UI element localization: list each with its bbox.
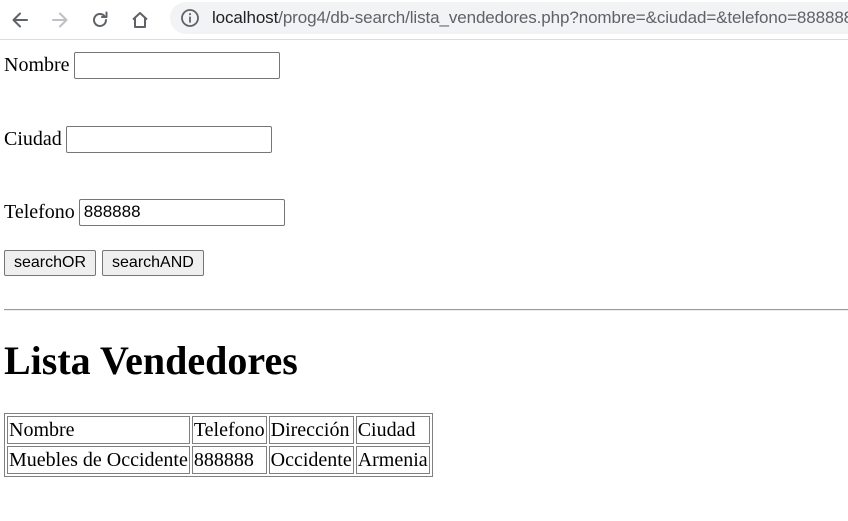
cell-nombre: Muebles de Occidente [7, 446, 190, 474]
forward-button[interactable] [44, 4, 76, 36]
telefono-label: Telefono [4, 200, 75, 223]
table-header-row: Nombre Telefono Dirección Ciudad [7, 416, 430, 444]
home-button[interactable] [124, 4, 156, 36]
site-info-button[interactable] [178, 6, 202, 30]
url-path: /prog4/db-search/lista_vendedores.php?no… [278, 8, 848, 27]
telefono-input[interactable] [78, 198, 285, 226]
reload-icon [93, 11, 108, 27]
home-icon [132, 12, 148, 28]
page-title: Lista Vendedores [4, 338, 298, 383]
header-direccion: Dirección [268, 416, 354, 444]
header-ciudad: Ciudad [355, 416, 430, 444]
vendedores-table: Nombre Telefono Dirección Ciudad Muebles… [4, 413, 433, 477]
reload-button[interactable] [84, 4, 116, 36]
telefono-row: Telefono [4, 198, 285, 226]
header-nombre: Nombre [7, 416, 190, 444]
header-telefono: Telefono [191, 416, 267, 444]
cell-ciudad: Armenia [355, 446, 430, 474]
search-and-button[interactable]: searchAND [102, 250, 204, 276]
url-host: localhost [212, 8, 279, 27]
ciudad-row: Ciudad [4, 125, 272, 153]
nombre-label: Nombre [4, 53, 70, 76]
forward-arrow-icon [52, 12, 68, 28]
nombre-row: Nombre [4, 51, 280, 79]
nombre-input[interactable] [73, 51, 280, 79]
browser-toolbar: localhost/prog4/db-search/lista_vendedor… [0, 0, 848, 40]
address-bar[interactable]: localhost/prog4/db-search/lista_vendedor… [170, 2, 848, 34]
back-button[interactable] [4, 4, 36, 36]
search-or-button[interactable]: searchOR [4, 250, 97, 276]
page-content: Nombre Ciudad Telefono searchOR searchAN… [0, 41, 848, 521]
back-arrow-icon [12, 12, 28, 28]
ciudad-label: Ciudad [4, 127, 62, 150]
url-text: localhost/prog4/db-search/lista_vendedor… [212, 8, 848, 28]
search-buttons: searchOR searchAND [4, 250, 210, 276]
cell-direccion: Occidente [268, 446, 354, 474]
table-row: Muebles de Occidente 888888 Occidente Ar… [7, 446, 430, 474]
divider [4, 309, 848, 311]
info-icon [181, 9, 199, 27]
ciudad-input[interactable] [65, 125, 272, 153]
cell-telefono: 888888 [191, 446, 267, 474]
